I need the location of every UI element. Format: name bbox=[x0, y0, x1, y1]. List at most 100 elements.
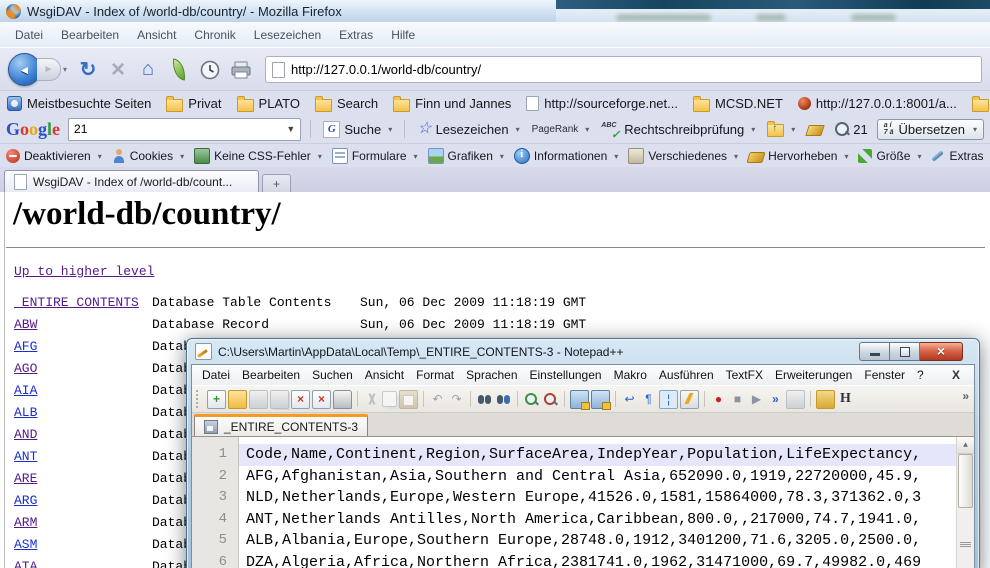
code-line[interactable]: ANT,Netherlands Antilles,North America,C… bbox=[239, 509, 974, 531]
bookmark-search[interactable]: Search bbox=[315, 96, 378, 112]
npp-menu-item[interactable]: TextFX bbox=[720, 366, 769, 384]
menu-item[interactable]: Extras bbox=[330, 25, 382, 45]
plugins-icon[interactable] bbox=[816, 390, 835, 409]
extension-leaf-icon[interactable] bbox=[171, 58, 187, 80]
webdev-label[interactable]: Extras bbox=[949, 149, 983, 163]
npp-menu-item[interactable]: Ausführen bbox=[653, 366, 720, 384]
webdev-label[interactable]: Größe bbox=[876, 149, 910, 163]
maximize-button[interactable] bbox=[890, 342, 920, 361]
record-macro-icon[interactable]: ● bbox=[710, 391, 727, 408]
editor-scrollbar[interactable]: ▲ bbox=[956, 437, 974, 568]
menu-item[interactable]: Ansicht bbox=[128, 25, 185, 45]
bookmark-label[interactable]: PLATO bbox=[259, 96, 300, 111]
google-search-input[interactable]: 21 ▼ bbox=[68, 118, 301, 141]
notepadpp-titlebar[interactable]: C:\Users\Martin\AppData\Local\Temp\_ENTI… bbox=[187, 339, 979, 364]
npp-tab-label[interactable]: _ENTIRE_CONTENTS-3 bbox=[224, 420, 358, 434]
cut-icon[interactable] bbox=[363, 391, 380, 408]
toolbar-separator[interactable] bbox=[423, 391, 424, 407]
bookmark-most-visited[interactable]: Meistbesuchte Seiten bbox=[7, 96, 151, 111]
code-line[interactable]: Code,Name,Continent,Region,SurfaceArea,I… bbox=[239, 444, 974, 466]
find-icon[interactable] bbox=[476, 391, 493, 408]
webdev-label[interactable]: Hervorheben bbox=[768, 149, 837, 163]
bookmark-finn-und-jannes[interactable]: Finn und Jannes bbox=[393, 96, 511, 112]
webdev-label[interactable]: Verschiedenes bbox=[648, 149, 727, 163]
new-file-icon[interactable]: + bbox=[207, 390, 226, 409]
npp-menu-item[interactable]: Einstellungen bbox=[524, 366, 608, 384]
webdev-verschiedenes[interactable]: Verschiedenes bbox=[628, 148, 738, 164]
menu-item[interactable]: Chronik bbox=[185, 25, 244, 45]
bookmark-label[interactable]: Search bbox=[337, 96, 378, 111]
toolbar-separator[interactable] bbox=[564, 391, 565, 407]
bookmark-privat[interactable]: Privat bbox=[166, 96, 221, 112]
history-dropdown-icon[interactable]: ▾ bbox=[63, 65, 67, 74]
bookmark-label[interactable]: http://sourceforge.net... bbox=[544, 96, 678, 111]
webdev-label[interactable]: Deaktivieren bbox=[24, 149, 91, 163]
toolbar-separator[interactable] bbox=[615, 391, 616, 407]
print-icon[interactable] bbox=[230, 61, 252, 79]
webdev-hervorheben[interactable]: Hervorheben bbox=[748, 149, 848, 163]
npp-menu-item[interactable]: Ansicht bbox=[359, 366, 410, 384]
entry-link[interactable]: ATA bbox=[14, 556, 37, 568]
scroll-thumb[interactable] bbox=[958, 454, 973, 508]
entry-link[interactable]: _ENTIRE_CONTENTS bbox=[14, 292, 139, 314]
google-search-value[interactable]: 21 bbox=[74, 122, 87, 136]
webdev-label[interactable]: Informationen bbox=[534, 149, 607, 163]
toolbar-separator[interactable] bbox=[357, 391, 358, 407]
entry-link[interactable]: AIA bbox=[14, 380, 37, 402]
google-suche-button[interactable]: G Suche bbox=[320, 119, 395, 140]
npp-doc-close[interactable]: X bbox=[942, 366, 970, 384]
entry-link[interactable]: ANT bbox=[14, 446, 37, 468]
forward-button[interactable] bbox=[37, 58, 61, 81]
npp-menu-item[interactable]: Makro bbox=[608, 366, 653, 384]
entry-link[interactable]: ABW bbox=[14, 314, 37, 336]
npp-menu-item[interactable]: Datei bbox=[196, 366, 236, 384]
google-lesezeichen-button[interactable]: Lesezeichen bbox=[414, 120, 522, 139]
webdev-deaktivieren[interactable]: Deaktivieren bbox=[6, 149, 102, 163]
search-dropdown-icon[interactable]: ▼ bbox=[286, 124, 295, 134]
textfx-icon[interactable]: H bbox=[837, 391, 854, 408]
menu-item[interactable]: Bearbeiten bbox=[52, 25, 128, 45]
entry-link[interactable]: AND bbox=[14, 424, 37, 446]
toolbar-separator[interactable] bbox=[470, 391, 471, 407]
webdev-css[interactable]: Keine CSS-Fehler bbox=[194, 148, 322, 164]
history-clock-icon[interactable] bbox=[200, 60, 220, 80]
webdev-informationen[interactable]: Informationen bbox=[514, 148, 618, 164]
function-list-icon[interactable] bbox=[680, 390, 699, 409]
bookmark-label[interactable]: Privat bbox=[188, 96, 221, 111]
print-icon[interactable] bbox=[333, 390, 352, 409]
toolbar-overflow-chevron[interactable]: » bbox=[962, 389, 969, 403]
copy-icon[interactable] bbox=[382, 391, 397, 407]
tab-wsgidav[interactable]: WsgiDAV - Index of /world-db/count... bbox=[4, 170, 259, 192]
menu-item[interactable]: Hilfe bbox=[382, 25, 424, 45]
menu-item[interactable]: Datei bbox=[6, 25, 52, 45]
undo-icon[interactable]: ↶ bbox=[429, 391, 446, 408]
reload-button[interactable] bbox=[73, 57, 103, 82]
npp-menu-item[interactable]: Fenster bbox=[858, 366, 911, 384]
entry-link[interactable]: AFG bbox=[14, 336, 37, 358]
indent-guide-icon[interactable]: ¦ bbox=[659, 390, 678, 409]
bookmark-label[interactable]: Meistbesuchte Seiten bbox=[27, 96, 151, 111]
sync-vertical-icon[interactable] bbox=[570, 390, 589, 409]
paste-icon[interactable] bbox=[399, 390, 418, 409]
bookmark-plato[interactable]: PLATO bbox=[237, 96, 300, 112]
redo-icon[interactable]: ↷ bbox=[448, 391, 465, 408]
entry-link[interactable]: AGO bbox=[14, 358, 37, 380]
webdev-groesse[interactable]: Größe bbox=[858, 149, 921, 163]
highlighter-button[interactable] bbox=[804, 120, 826, 138]
replace-icon[interactable] bbox=[495, 391, 512, 408]
entry-link[interactable]: ARG bbox=[14, 490, 37, 512]
webdev-label[interactable]: Formulare bbox=[352, 149, 407, 163]
webdev-cookies[interactable]: Cookies bbox=[112, 149, 184, 163]
toolbar-separator[interactable] bbox=[704, 391, 705, 407]
scroll-up-arrow[interactable]: ▲ bbox=[957, 437, 974, 454]
stop-button[interactable] bbox=[103, 56, 133, 84]
sync-horizontal-icon[interactable] bbox=[591, 390, 610, 409]
word-wrap-icon[interactable]: ↩ bbox=[621, 391, 638, 408]
code-line[interactable]: NLD,Netherlands,Europe,Western Europe,41… bbox=[239, 487, 974, 509]
bookmark-mcsd-net[interactable]: MCSD.NET bbox=[693, 96, 783, 112]
bookmark-label[interactable]: Finn und Jannes bbox=[415, 96, 511, 111]
entry-link[interactable]: ALB bbox=[14, 402, 37, 424]
open-file-icon[interactable] bbox=[228, 390, 247, 409]
save-all-icon[interactable] bbox=[270, 390, 289, 409]
npp-document-tab[interactable]: _ENTIRE_CONTENTS-3 bbox=[194, 414, 368, 436]
